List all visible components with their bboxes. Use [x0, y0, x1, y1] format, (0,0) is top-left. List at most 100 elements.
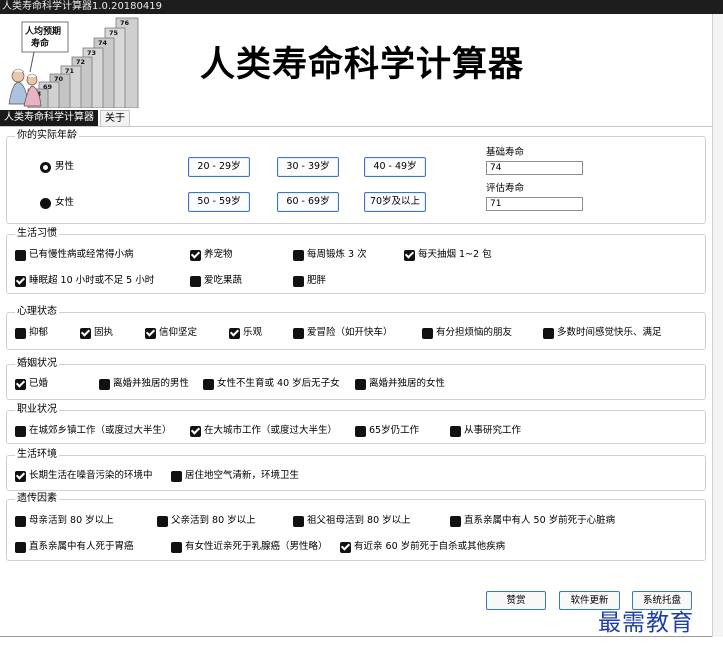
gender-male-radio[interactable]: 男性 — [40, 161, 74, 173]
option-label: 信仰坚定 — [159, 327, 198, 338]
option-label: 长期生活在噪音污染的环境中 — [29, 470, 153, 481]
est-life-field[interactable]: 71 — [486, 197, 583, 211]
logo-number: 75 — [109, 29, 119, 37]
checkbox-checked-icon — [145, 327, 156, 339]
marriage-divorced-male-checkbox[interactable]: 离婚并独居的男性 — [99, 378, 189, 390]
career-section: 职业状况 在城郊乡镇工作（或度过大半生） 在大城市工作（或度过大半生） 65岁仍… — [6, 404, 706, 444]
career-suburb-checkbox[interactable]: 在城郊乡镇工作（或度过大半生） — [15, 425, 172, 437]
checkbox-icon — [355, 378, 366, 390]
marriage-married-checkbox[interactable]: 已婚 — [15, 378, 48, 390]
option-label: 有近亲 60 岁前死于自杀或其他疾病 — [354, 541, 506, 552]
mental-happy-checkbox[interactable]: 多数时间感觉快乐、满足 — [543, 327, 662, 339]
logo-number: 69 — [43, 83, 53, 91]
option-label: 睡眠超 10 小时或不足 5 小时 — [29, 275, 155, 286]
option-label: 65岁仍工作 — [369, 425, 420, 436]
checkbox-icon — [15, 327, 26, 339]
radio-icon — [40, 161, 51, 173]
option-label: 在城郊乡镇工作（或度过大半生） — [29, 425, 172, 436]
mental-friends-checkbox[interactable]: 有分担烦恼的朋友 — [422, 327, 512, 339]
option-label: 抑郁 — [29, 327, 49, 338]
window-bottom-edge — [0, 636, 712, 650]
mental-stubborn-checkbox[interactable]: 固执 — [80, 327, 113, 339]
tab-divider — [0, 126, 712, 127]
marriage-no-children-checkbox[interactable]: 女性不生育或 40 岁后无子女 — [203, 378, 340, 390]
mental-risk-checkbox[interactable]: 爱冒险（如开快车） — [293, 327, 393, 339]
mental-section: 心理状态 抑郁 固执 信仰坚定 乐观 爱冒险（如开快车） 有分担烦恼的朋友 多数… — [6, 306, 706, 350]
checkbox-icon — [171, 470, 182, 482]
age-button-50-59[interactable]: 50 - 59岁 — [188, 192, 250, 212]
environment-legend: 生活环境 — [15, 449, 59, 461]
environment-section: 生活环境 长期生活在噪音污染的环境中 居住地空气清新，环境卫生 — [6, 449, 706, 491]
gender-label: 女性 — [55, 197, 75, 208]
gender-female-radio[interactable]: 女性 — [40, 197, 74, 209]
logo-number: 76 — [120, 19, 130, 27]
env-clean-air-checkbox[interactable]: 居住地空气清新，环境卫生 — [171, 470, 299, 482]
gene-mother-80-checkbox[interactable]: 母亲活到 80 岁以上 — [15, 515, 114, 527]
age-button-40-49[interactable]: 40 - 49岁 — [364, 157, 426, 177]
checkbox-icon — [99, 378, 110, 390]
checkbox-checked-icon — [190, 249, 201, 261]
option-label: 固执 — [94, 327, 114, 338]
career-legend: 职业状况 — [15, 404, 59, 416]
checkbox-checked-icon — [15, 378, 26, 390]
option-label: 女性不生育或 40 岁后无子女 — [217, 378, 340, 389]
option-label: 乐观 — [243, 327, 263, 338]
career-city-checkbox[interactable]: 在大城市工作（或度过大半生） — [190, 425, 337, 437]
est-life-label: 评估寿命 — [486, 183, 525, 194]
habit-chronic-checkbox[interactable]: 已有慢性病或经常得小病 — [15, 249, 134, 261]
radio-icon — [40, 197, 51, 209]
mental-optimistic-checkbox[interactable]: 乐观 — [229, 327, 262, 339]
genetics-section: 遗传因素 母亲活到 80 岁以上 父亲活到 80 岁以上 祖父祖母活到 80 岁… — [6, 493, 706, 561]
donate-button[interactable]: 赞赏 — [486, 591, 546, 610]
checkbox-checked-icon — [190, 425, 201, 437]
mental-faith-checkbox[interactable]: 信仰坚定 — [145, 327, 197, 339]
habit-obese-checkbox[interactable]: 肥胖 — [293, 275, 326, 287]
option-label: 祖父祖母活到 80 岁以上 — [307, 515, 411, 526]
habit-exercise-checkbox[interactable]: 每周锻炼 3 次 — [293, 249, 367, 261]
option-label: 居住地空气清新，环境卫生 — [185, 470, 300, 481]
gene-breast-cancer-checkbox[interactable]: 有女性近亲死于乳腺癌（男性略） — [171, 541, 328, 553]
window-titlebar[interactable]: 人类寿命科学计算器1.0.20180419 — [0, 0, 723, 14]
option-label: 多数时间感觉快乐、满足 — [557, 327, 662, 338]
gene-stomach-cancer-checkbox[interactable]: 直系亲属中有人死于胃癌 — [15, 541, 134, 553]
logo-banner-text: 寿命 — [31, 37, 50, 49]
logo-number: 73 — [87, 49, 96, 57]
gene-grandparents-80-checkbox[interactable]: 祖父祖母活到 80 岁以上 — [293, 515, 411, 527]
marriage-divorced-female-checkbox[interactable]: 离婚并独居的女性 — [355, 378, 445, 390]
habit-pets-checkbox[interactable]: 养宠物 — [190, 249, 233, 261]
checkbox-icon — [293, 327, 304, 339]
option-label: 直系亲属中有人 50 岁前死于心脏病 — [464, 515, 616, 526]
genetics-legend: 遗传因素 — [15, 493, 59, 505]
age-button-70-plus[interactable]: 70岁及以上 — [364, 192, 426, 212]
gene-father-80-checkbox[interactable]: 父亲活到 80 岁以上 — [157, 515, 256, 527]
checkbox-icon — [422, 327, 433, 339]
checkbox-icon — [450, 515, 461, 527]
mental-depressed-checkbox[interactable]: 抑郁 — [15, 327, 48, 339]
career-research-checkbox[interactable]: 从事研究工作 — [450, 425, 521, 437]
checkbox-icon — [15, 515, 26, 527]
age-button-60-69[interactable]: 60 - 69岁 — [277, 192, 339, 212]
checkbox-icon — [543, 327, 554, 339]
option-label: 爱吃果蔬 — [204, 275, 243, 286]
option-label: 母亲活到 80 岁以上 — [29, 515, 114, 526]
gene-heart-disease-checkbox[interactable]: 直系亲属中有人 50 岁前死于心脏病 — [450, 515, 615, 527]
habit-smoking-checkbox[interactable]: 每天抽烟 1~2 包 — [404, 249, 492, 261]
career-still-working-checkbox[interactable]: 65岁仍工作 — [355, 425, 419, 437]
base-life-field[interactable]: 74 — [486, 161, 583, 175]
habit-sleep-checkbox[interactable]: 睡眠超 10 小时或不足 5 小时 — [15, 275, 154, 287]
window-right-edge — [712, 14, 723, 637]
option-label: 每周锻炼 3 次 — [307, 249, 367, 260]
marriage-section: 婚姻状况 已婚 离婚并独居的男性 女性不生育或 40 岁后无子女 离婚并独居的女… — [6, 358, 706, 400]
tab-calculator[interactable]: 人类寿命科学计算器 — [0, 110, 98, 126]
env-noise-checkbox[interactable]: 长期生活在噪音污染的环境中 — [15, 470, 153, 482]
logo-number: 71 — [65, 67, 75, 75]
mental-legend: 心理状态 — [15, 306, 59, 318]
tab-about[interactable]: 关于 — [100, 110, 130, 126]
option-label: 每天抽烟 1~2 包 — [418, 249, 492, 260]
habits-legend: 生活习惯 — [15, 228, 59, 240]
habit-fruit-checkbox[interactable]: 爱吃果蔬 — [190, 275, 242, 287]
gene-suicide-checkbox[interactable]: 有近亲 60 岁前死于自杀或其他疾病 — [340, 541, 505, 553]
age-button-30-39[interactable]: 30 - 39岁 — [277, 157, 339, 177]
age-button-20-29[interactable]: 20 - 29岁 — [188, 157, 250, 177]
option-label: 已有慢性病或经常得小病 — [29, 249, 134, 260]
